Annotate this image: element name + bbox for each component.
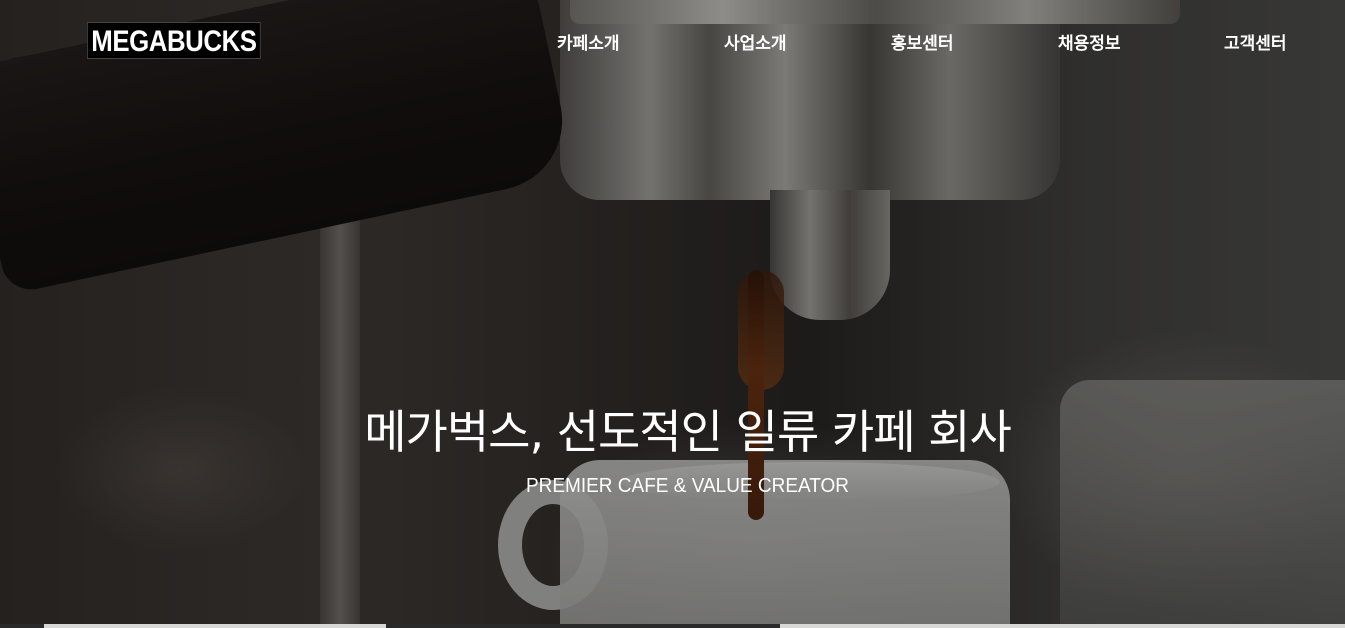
bottom-scroll-strip [0, 624, 1345, 628]
site-header: MEGABUCKS 카페소개 사업소개 홍보센터 채용정보 고객센터 [0, 0, 1345, 90]
strip-segment [386, 624, 780, 628]
nav-item-careers[interactable]: 채용정보 [1058, 30, 1121, 58]
nav-item-pr-center[interactable]: 홍보센터 [891, 30, 954, 58]
dark-overlay [0, 0, 1345, 628]
nav-item-customer-center[interactable]: 고객센터 [1224, 30, 1287, 58]
hero-subtitle: PREMIER CAFE & VALUE CREATOR [525, 475, 850, 497]
hero-banner: MEGABUCKS 카페소개 사업소개 홍보센터 채용정보 고객센터 메가벅스,… [0, 0, 1345, 628]
nav-item-cafe-intro[interactable]: 카페소개 [557, 30, 620, 58]
main-nav: 카페소개 사업소개 홍보센터 채용정보 고객센터 [0, 30, 1345, 60]
strip-segment [0, 624, 44, 628]
hero-title: 메가벅스, 선도적인 일류 카페 회사 [364, 405, 1012, 459]
nav-item-business-intro[interactable]: 사업소개 [724, 30, 787, 58]
